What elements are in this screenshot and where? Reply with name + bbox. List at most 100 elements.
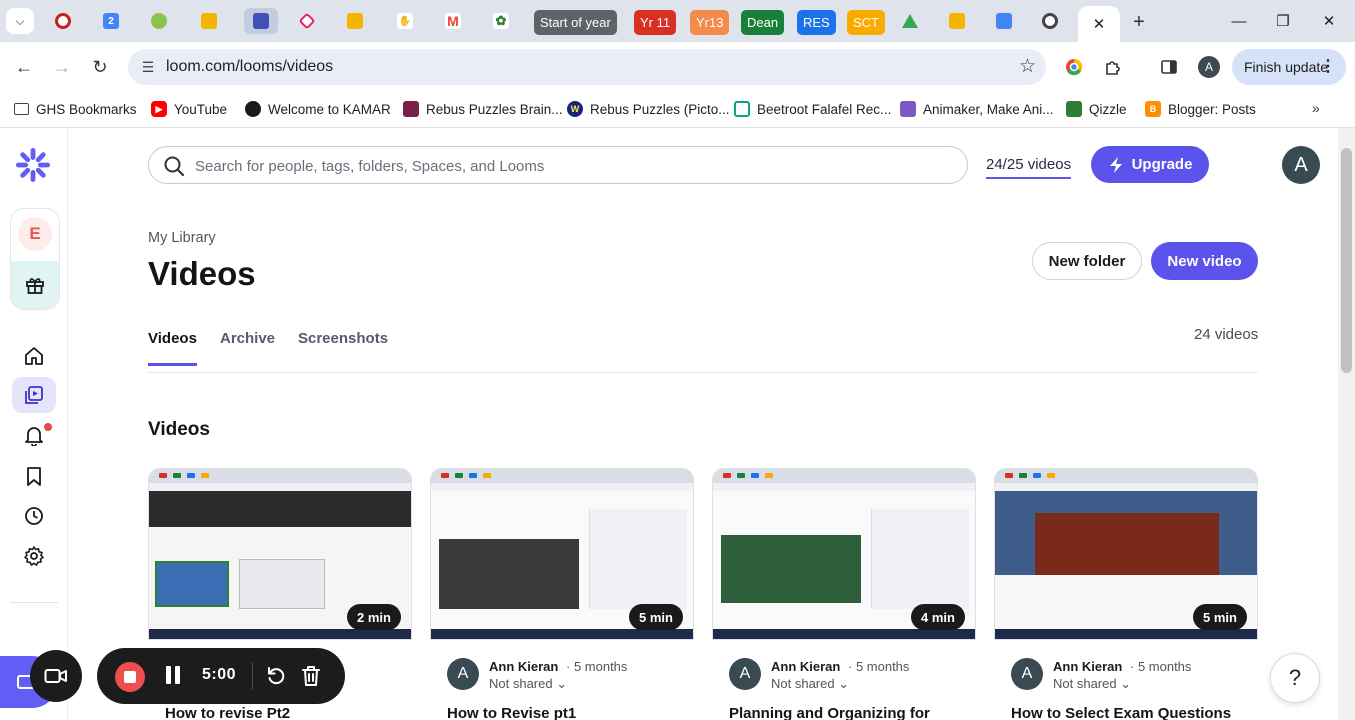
pinned-tab-14[interactable]	[1037, 8, 1063, 34]
bookmark-folder[interactable]: GHS Bookmarks	[14, 98, 137, 120]
breadcrumb[interactable]: My Library	[148, 230, 216, 246]
new-tab-button[interactable]: +	[1126, 9, 1152, 35]
video-title[interactable]: How to revise Pt2	[165, 705, 290, 720]
restart-icon[interactable]	[265, 665, 287, 687]
scrollbar-thumb[interactable]	[1341, 148, 1352, 373]
stop-recording-button[interactable]	[115, 662, 145, 692]
bookmark-star-icon[interactable]: ☆	[1019, 55, 1036, 78]
help-button[interactable]: ?	[1270, 653, 1320, 703]
bookmark-item[interactable]: W Rebus Puzzles (Picto...	[567, 98, 730, 120]
video-title[interactable]: Planning and Organizing for	[729, 705, 930, 720]
pinned-tab-5[interactable]	[244, 8, 278, 34]
pinned-tab-10[interactable]: ✿	[488, 8, 514, 34]
recorder-divider	[252, 662, 253, 690]
pinned-tab-2[interactable]: 2	[98, 8, 124, 34]
bookmarks-overflow-icon[interactable]: »	[1312, 100, 1320, 116]
owner-avatar[interactable]: A	[729, 658, 761, 690]
reload-button[interactable]: ↻	[86, 53, 114, 81]
upgrade-button[interactable]: Upgrade	[1091, 146, 1209, 183]
pinned-tab-1[interactable]	[50, 8, 76, 34]
minimize-button[interactable]: —	[1224, 8, 1254, 34]
owner-avatar[interactable]: A	[1011, 658, 1043, 690]
video-title[interactable]: How to Revise pt1	[447, 705, 576, 720]
sidebar-item-recent[interactable]	[12, 498, 56, 534]
sidebar-item-saved[interactable]	[12, 458, 56, 494]
owner-name[interactable]: Ann Kieran	[1053, 659, 1122, 674]
gear-icon	[24, 546, 44, 566]
new-folder-button[interactable]: New folder	[1032, 242, 1142, 280]
pinned-tab-4[interactable]	[196, 8, 222, 34]
pinned-tab-9[interactable]: M	[440, 8, 466, 34]
tab-group-chip[interactable]: SCT	[847, 10, 885, 35]
share-status-dropdown[interactable]: Not shared ⌄	[771, 676, 849, 692]
finish-update-button[interactable]: Finish update ⋮	[1232, 49, 1346, 85]
video-card[interactable]: 4 min A Ann Kieran · 5 months Not shared…	[712, 468, 976, 720]
video-card[interactable]: 5 min A Ann Kieran · 5 months Not shared…	[994, 468, 1258, 720]
share-status-dropdown[interactable]: Not shared ⌄	[489, 676, 567, 692]
bookmark-item[interactable]: ▶ YouTube	[151, 98, 227, 120]
sidebar-item-settings[interactable]	[12, 538, 56, 574]
share-status-dropdown[interactable]: Not shared ⌄	[1053, 676, 1131, 692]
tabs-divider	[148, 372, 1258, 373]
share-status-label: Not shared	[771, 676, 835, 691]
user-avatar[interactable]: A	[1282, 146, 1320, 184]
bookmark-item[interactable]: Beetroot Falafel Rec...	[734, 98, 891, 120]
pinned-tab-6[interactable]	[294, 8, 320, 34]
tab-group-chip[interactable]: RES	[797, 10, 836, 35]
slides-icon	[949, 13, 965, 29]
bookmark-item[interactable]: Welcome to KAMAR	[245, 98, 391, 120]
loom-logo-icon[interactable]	[14, 146, 52, 184]
search-bar[interactable]	[148, 146, 968, 184]
pinned-tab-11[interactable]	[897, 8, 923, 34]
site-settings-icon[interactable]: ☰	[138, 57, 158, 77]
address-bar[interactable]: ☰ loom.com/looms/videos ☆	[128, 49, 1046, 85]
camera-toggle-button[interactable]	[30, 650, 82, 702]
page-title: Videos	[148, 255, 256, 292]
sidebar-item-home[interactable]	[12, 338, 56, 374]
bookmark-item[interactable]: B Blogger: Posts	[1145, 98, 1256, 120]
trash-icon[interactable]	[300, 664, 322, 688]
bookmark-item[interactable]: Rebus Puzzles Brain...	[403, 98, 563, 120]
close-window-button[interactable]: ✕	[1314, 8, 1344, 34]
bookmark-label: GHS Bookmarks	[36, 101, 137, 117]
pinned-tab-8[interactable]: ✋	[392, 8, 418, 34]
owner-name[interactable]: Ann Kieran	[489, 659, 558, 674]
pinned-tab-12[interactable]	[944, 8, 970, 34]
tab-archive[interactable]: Archive	[220, 330, 275, 363]
tab-screenshots[interactable]: Screenshots	[298, 330, 388, 363]
owner-name[interactable]: Ann Kieran	[771, 659, 840, 674]
plus-icon: +	[1133, 10, 1145, 33]
sidebar-item-library[interactable]	[12, 377, 56, 413]
tab-videos[interactable]: Videos	[148, 330, 197, 366]
new-video-button[interactable]: New video	[1151, 242, 1258, 280]
video-quota-link[interactable]: 24/25 videos	[986, 156, 1072, 179]
gift-icon[interactable]	[11, 261, 59, 309]
tab-group-chip[interactable]: Start of year	[534, 10, 617, 35]
url-text[interactable]: loom.com/looms/videos	[166, 58, 333, 76]
pinned-tab-13[interactable]	[991, 8, 1017, 34]
workspace-avatar[interactable]: E	[18, 217, 52, 251]
tab-search-menu-button[interactable]: ⌵	[6, 8, 34, 34]
tab-group-chip[interactable]: Yr13	[690, 10, 730, 35]
bookmark-item[interactable]: Qizzle	[1066, 98, 1127, 120]
bookmark-label: Beetroot Falafel Rec...	[757, 101, 892, 117]
pinned-tab-7[interactable]	[342, 8, 368, 34]
forward-button[interactable]: →	[48, 53, 76, 81]
chrome-extension-icon[interactable]	[1062, 55, 1086, 79]
pause-recording-button[interactable]	[163, 666, 183, 686]
bookmark-item[interactable]: Animaker, Make Ani...	[900, 98, 1054, 120]
extensions-puzzle-icon[interactable]	[1101, 55, 1125, 79]
search-input[interactable]	[195, 155, 955, 177]
restore-button[interactable]: ❐	[1268, 8, 1298, 34]
browser-profile-avatar[interactable]: A	[1198, 56, 1220, 78]
owner-avatar[interactable]: A	[447, 658, 479, 690]
chevron-down-icon: ⌄	[838, 676, 850, 691]
side-panel-icon[interactable]	[1157, 55, 1181, 79]
tab-group-chip[interactable]: Yr 11	[634, 10, 677, 35]
video-card[interactable]: 5 min A Ann Kieran · 5 months Not shared…	[430, 468, 694, 720]
back-button[interactable]: ←	[10, 53, 38, 81]
pinned-tab-3[interactable]	[146, 8, 172, 34]
video-title[interactable]: How to Select Exam Questions	[1011, 705, 1231, 720]
tab-group-chip[interactable]: Dean	[741, 10, 785, 35]
active-tab-close-button[interactable]: ✕	[1078, 6, 1120, 42]
